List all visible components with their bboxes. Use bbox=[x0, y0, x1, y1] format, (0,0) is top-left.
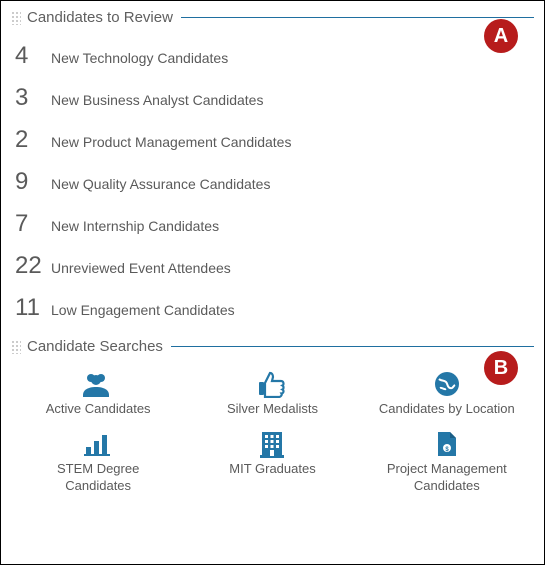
tile-label: Active Candidates bbox=[46, 401, 151, 417]
header-divider bbox=[171, 346, 534, 347]
tile-label: Project Management Candidates bbox=[377, 461, 517, 494]
search-tile-project-management[interactable]: $ Project Management Candidates bbox=[364, 429, 530, 494]
review-list: 4 New Technology Candidates 3 New Busine… bbox=[11, 34, 534, 336]
review-item-product-management[interactable]: 2 New Product Management Candidates bbox=[15, 120, 534, 162]
barchart-icon bbox=[80, 429, 116, 459]
tile-label: Silver Medalists bbox=[227, 401, 318, 417]
search-tile-silver-medalists[interactable]: Silver Medalists bbox=[189, 369, 355, 417]
review-label: New Technology Candidates bbox=[51, 50, 228, 66]
review-label: New Product Management Candidates bbox=[51, 134, 291, 150]
drag-handle-icon[interactable] bbox=[11, 11, 21, 25]
review-count: 22 bbox=[15, 254, 45, 278]
document-icon: $ bbox=[429, 429, 465, 459]
callout-badge-a: A bbox=[484, 19, 518, 53]
search-tile-mit-graduates[interactable]: MIT Graduates bbox=[189, 429, 355, 494]
drag-handle-icon[interactable] bbox=[11, 340, 21, 354]
review-item-quality-assurance[interactable]: 9 New Quality Assurance Candidates bbox=[15, 162, 534, 204]
review-count: 11 bbox=[15, 296, 45, 320]
review-item-low-engagement[interactable]: 11 Low Engagement Candidates bbox=[15, 288, 534, 330]
review-label: Unreviewed Event Attendees bbox=[51, 260, 231, 276]
review-label: Low Engagement Candidates bbox=[51, 302, 235, 318]
candidates-panel: Candidates to Review 4 New Technology Ca… bbox=[1, 1, 544, 506]
search-grid: Active Candidates Silver Medalists Candi… bbox=[11, 363, 534, 498]
tile-label: MIT Graduates bbox=[229, 461, 315, 477]
callout-badge-b: B bbox=[484, 351, 518, 385]
tile-label: Candidates by Location bbox=[379, 401, 515, 417]
review-section-title: Candidates to Review bbox=[27, 9, 173, 26]
review-label: New Internship Candidates bbox=[51, 218, 219, 234]
review-label: New Quality Assurance Candidates bbox=[51, 176, 270, 192]
review-label: New Business Analyst Candidates bbox=[51, 92, 263, 108]
review-item-business-analyst[interactable]: 3 New Business Analyst Candidates bbox=[15, 78, 534, 120]
review-section-header: Candidates to Review bbox=[11, 9, 534, 26]
thumbsup-icon bbox=[254, 369, 290, 399]
review-item-internship[interactable]: 7 New Internship Candidates bbox=[15, 204, 534, 246]
search-tile-stem-degree[interactable]: STEM Degree Candidates bbox=[15, 429, 181, 494]
people-icon bbox=[80, 369, 116, 399]
review-count: 4 bbox=[15, 44, 45, 68]
review-item-event-attendees[interactable]: 22 Unreviewed Event Attendees bbox=[15, 246, 534, 288]
review-count: 2 bbox=[15, 128, 45, 152]
tile-label: STEM Degree Candidates bbox=[28, 461, 168, 494]
header-divider bbox=[181, 17, 534, 18]
review-count: 9 bbox=[15, 170, 45, 194]
review-item-technology[interactable]: 4 New Technology Candidates bbox=[15, 36, 534, 78]
searches-section-header: Candidate Searches bbox=[11, 338, 534, 355]
searches-section-title: Candidate Searches bbox=[27, 338, 163, 355]
globe-icon bbox=[429, 369, 465, 399]
search-tile-active-candidates[interactable]: Active Candidates bbox=[15, 369, 181, 417]
building-icon bbox=[254, 429, 290, 459]
review-count: 7 bbox=[15, 212, 45, 236]
review-count: 3 bbox=[15, 86, 45, 110]
